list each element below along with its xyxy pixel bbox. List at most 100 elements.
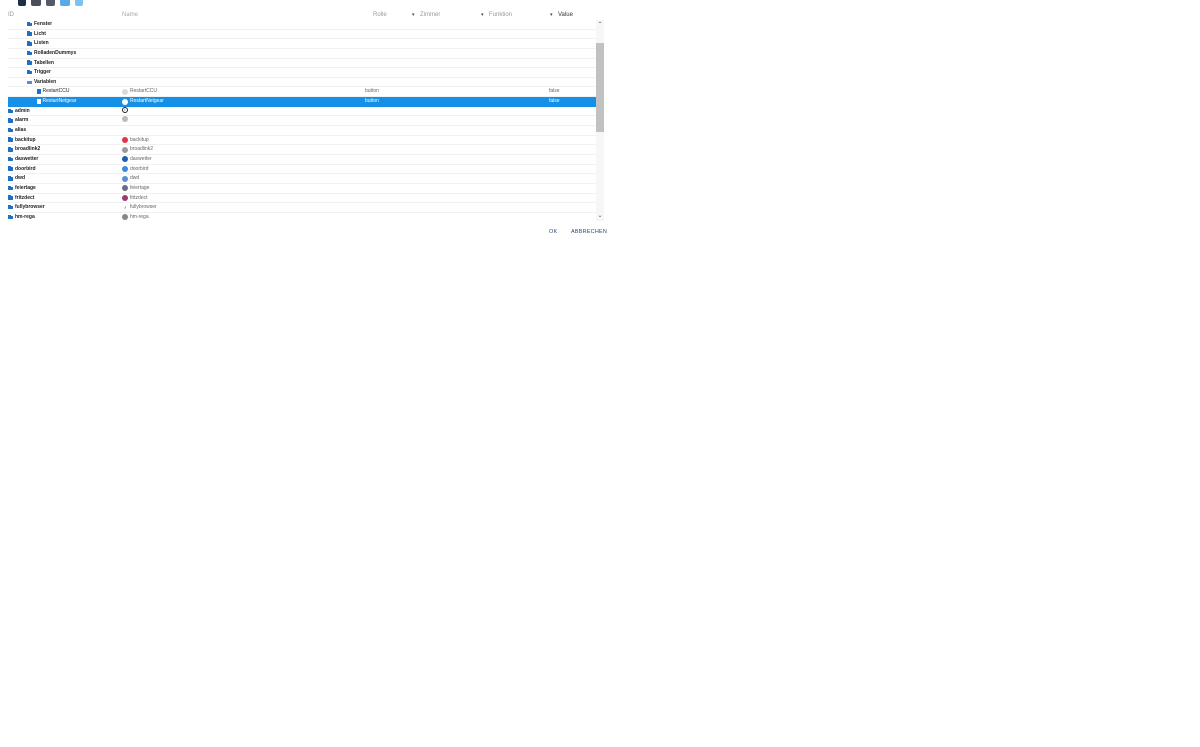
header-zimmer[interactable]: Zimmer bbox=[420, 12, 440, 18]
row-id[interactable]: Licht bbox=[27, 30, 46, 39]
row-id-label: fullybrowser bbox=[15, 204, 45, 211]
row-id[interactable]: broadlink2 bbox=[8, 145, 40, 154]
row-id-label: Licht bbox=[34, 30, 46, 37]
row-id[interactable]: Tabellen bbox=[27, 59, 54, 68]
row-name-label: daswetter bbox=[130, 155, 152, 162]
folder-row[interactable]: fritzdect fritzdect bbox=[8, 194, 596, 204]
row-id-label: feiertage bbox=[15, 184, 36, 191]
row-id-label: admin bbox=[15, 107, 30, 114]
folder-row[interactable]: Trigger bbox=[8, 68, 596, 78]
state-row[interactable]: RestartNetgear RestartNetgear button false bbox=[8, 97, 596, 107]
row-id[interactable]: alias bbox=[8, 126, 26, 135]
folder-row[interactable]: backitup backitup bbox=[8, 136, 596, 146]
folder-row[interactable]: Listen bbox=[8, 39, 596, 49]
row-id[interactable]: RestartNetgear bbox=[37, 97, 76, 106]
row-id[interactable]: Trigger bbox=[27, 68, 51, 77]
dwd-logo-icon bbox=[122, 175, 128, 182]
row-id[interactable]: hm-rega bbox=[8, 213, 35, 221]
scroll-up-icon[interactable]: ⌃ bbox=[596, 21, 604, 29]
row-id-label: doorbird bbox=[15, 165, 36, 172]
zimmer-dropdown-icon[interactable]: ▾ bbox=[481, 12, 484, 18]
row-value[interactable]: false bbox=[549, 97, 560, 106]
row-value[interactable]: false bbox=[549, 87, 560, 96]
folder-open-icon bbox=[27, 80, 32, 85]
header-rolle[interactable]: Rolle bbox=[373, 12, 387, 18]
folder-row[interactable]: Licht bbox=[8, 30, 596, 40]
header-id[interactable]: ID bbox=[8, 12, 14, 18]
folder-row[interactable]: broadlink2 broadlink2 bbox=[8, 145, 596, 155]
folder-icon bbox=[8, 195, 13, 200]
row-id[interactable]: fritzdect bbox=[8, 194, 34, 203]
folder-row[interactable]: dwd dwd bbox=[8, 174, 596, 184]
row-role: button bbox=[365, 98, 379, 105]
folder-row[interactable]: feiertage feiertage bbox=[8, 184, 596, 194]
row-id[interactable]: admin bbox=[8, 107, 30, 116]
row-id-label: alias bbox=[15, 127, 27, 134]
folder-row[interactable]: RolladenDummys bbox=[8, 49, 596, 59]
folder-row[interactable]: Tabellen bbox=[8, 59, 596, 69]
state-row[interactable]: RestartCCU RestartCCU button false bbox=[8, 87, 596, 98]
row-name: i bbox=[122, 106, 130, 113]
row-id-label: broadlink2 bbox=[15, 146, 41, 153]
row-id[interactable]: feiertage bbox=[8, 184, 36, 193]
row-id-label: RolladenDummys bbox=[34, 49, 77, 56]
folder-row[interactable]: hm-rega hm-rega bbox=[8, 213, 596, 221]
list-icon[interactable] bbox=[46, 0, 55, 6]
rolle-dropdown-icon[interactable]: ▾ bbox=[412, 12, 415, 18]
row-name-label: feiertage bbox=[130, 184, 150, 191]
cancel-button[interactable]: ABBRECHEN bbox=[571, 229, 607, 235]
header-name[interactable]: Name bbox=[122, 12, 138, 18]
row-id[interactable]: RestartCCU bbox=[37, 87, 69, 96]
row-id-label: daswetter bbox=[15, 155, 39, 162]
folder-icon bbox=[8, 214, 13, 220]
row-name-label: RestartNetgear bbox=[130, 98, 164, 105]
row-id[interactable]: RolladenDummys bbox=[27, 49, 76, 58]
row-id[interactable]: alarm bbox=[8, 116, 28, 125]
folder-icon bbox=[8, 166, 13, 171]
funktion-dropdown-icon[interactable]: ▾ bbox=[550, 12, 553, 18]
row-id[interactable]: Listen bbox=[27, 39, 49, 48]
hm-rega-logo-icon bbox=[122, 214, 128, 221]
folder-icon bbox=[8, 205, 13, 210]
vertical-scrollbar[interactable]: ⌃ ⌄ bbox=[596, 20, 604, 221]
row-name-label: backitup bbox=[130, 136, 149, 143]
header-value[interactable]: Value bbox=[558, 12, 573, 18]
scroll-down-icon[interactable]: ⌄ bbox=[596, 212, 604, 220]
row-id-label: fritzdect bbox=[15, 194, 35, 201]
row-id[interactable]: Fenster bbox=[27, 20, 52, 29]
row-name bbox=[122, 116, 130, 123]
row-id[interactable]: doorbird bbox=[8, 165, 36, 174]
user-icon[interactable] bbox=[18, 0, 26, 6]
feiertage-logo-icon bbox=[122, 185, 128, 192]
folder-row[interactable]: fullybrowser f fullybrowser bbox=[8, 203, 596, 213]
folder-icon[interactable] bbox=[31, 0, 41, 6]
row-name: feiertage bbox=[122, 184, 149, 193]
folder-row[interactable]: doorbird doorbird bbox=[8, 165, 596, 175]
folder-row[interactable]: admin i bbox=[8, 106, 596, 117]
row-id[interactable]: daswetter bbox=[8, 155, 38, 164]
row-name: RestartCCU bbox=[122, 87, 157, 96]
ok-button[interactable]: OK bbox=[549, 229, 557, 235]
folder-icon bbox=[27, 70, 32, 75]
row-id[interactable]: dwd bbox=[8, 174, 25, 183]
header-funktion[interactable]: Funktion bbox=[489, 12, 512, 18]
daswetter-logo-icon bbox=[122, 156, 128, 163]
folder-icon bbox=[27, 31, 32, 36]
expand-icon[interactable] bbox=[60, 0, 70, 6]
broadlink2-logo-icon bbox=[122, 146, 128, 153]
folder-row[interactable]: daswetter daswetter bbox=[8, 155, 596, 165]
folder-row[interactable]: alarm bbox=[8, 116, 596, 127]
admin-logo-icon: i bbox=[122, 106, 128, 113]
scroll-thumb[interactable] bbox=[596, 43, 604, 132]
row-name: f fullybrowser bbox=[122, 203, 156, 212]
folder-row[interactable]: Fenster bbox=[8, 20, 596, 30]
row-id[interactable]: backitup bbox=[8, 136, 36, 145]
row-name-label: hm-rega bbox=[130, 213, 149, 220]
row-id[interactable]: Variablen bbox=[27, 78, 56, 87]
folder-row[interactable]: Variablen bbox=[8, 78, 596, 88]
row-id[interactable]: fullybrowser bbox=[8, 203, 45, 212]
folder-row[interactable]: alias bbox=[8, 126, 596, 136]
collapse-icon[interactable] bbox=[75, 0, 83, 6]
row-name: dwd bbox=[122, 174, 139, 183]
RestartNetgear-logo-icon bbox=[122, 98, 128, 105]
